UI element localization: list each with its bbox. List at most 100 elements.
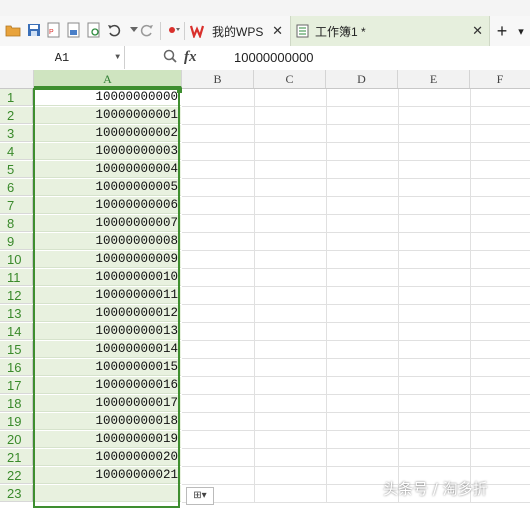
grid-cell[interactable] bbox=[326, 143, 399, 161]
grid-cell[interactable] bbox=[470, 359, 530, 377]
row-header[interactable]: 7 bbox=[0, 197, 33, 214]
grid-cell[interactable] bbox=[254, 377, 327, 395]
grid-cell[interactable] bbox=[470, 413, 530, 431]
grid-cell[interactable] bbox=[326, 359, 399, 377]
grid-cell[interactable] bbox=[182, 323, 255, 341]
grid-cell[interactable] bbox=[182, 377, 255, 395]
search-icon[interactable] bbox=[163, 49, 177, 63]
grid-cell[interactable] bbox=[326, 305, 399, 323]
grid-cell[interactable] bbox=[470, 287, 530, 305]
grid-cell[interactable] bbox=[470, 143, 530, 161]
row-header[interactable]: 15 bbox=[0, 341, 33, 358]
grid-cell[interactable] bbox=[398, 323, 471, 341]
grid-cell[interactable] bbox=[470, 89, 530, 107]
grid-cell[interactable] bbox=[182, 179, 255, 197]
grid-cell[interactable] bbox=[254, 107, 327, 125]
close-icon[interactable]: ✕ bbox=[272, 23, 283, 39]
grid-cell[interactable] bbox=[182, 359, 255, 377]
row-header[interactable]: 2 bbox=[0, 107, 33, 124]
grid-cell[interactable] bbox=[254, 269, 327, 287]
undo-icon[interactable] bbox=[105, 21, 123, 39]
grid-cell[interactable] bbox=[398, 179, 471, 197]
grid-cell[interactable] bbox=[254, 449, 327, 467]
grid-cell[interactable] bbox=[326, 251, 399, 269]
grid-cell[interactable] bbox=[182, 125, 255, 143]
open-folder-icon[interactable] bbox=[4, 21, 22, 39]
grid-cell[interactable] bbox=[326, 161, 399, 179]
grid-cell[interactable] bbox=[398, 143, 471, 161]
function-icon[interactable]: fx bbox=[184, 49, 197, 66]
row-header[interactable]: 17 bbox=[0, 377, 33, 394]
grid-cell[interactable] bbox=[470, 125, 530, 143]
formula-input[interactable]: 10000000000 bbox=[234, 50, 314, 65]
grid-cell[interactable] bbox=[398, 89, 471, 107]
grid-cell[interactable] bbox=[398, 431, 471, 449]
grid-cell[interactable] bbox=[470, 215, 530, 233]
grid-cell[interactable] bbox=[326, 431, 399, 449]
grid-cell[interactable] bbox=[254, 305, 327, 323]
grid-cell[interactable] bbox=[254, 215, 327, 233]
grid-cell[interactable] bbox=[470, 269, 530, 287]
grid-cell[interactable] bbox=[326, 179, 399, 197]
grid-cell[interactable] bbox=[326, 107, 399, 125]
grid-cell[interactable] bbox=[182, 467, 255, 485]
grid-cell[interactable] bbox=[470, 161, 530, 179]
grid-cell[interactable] bbox=[398, 107, 471, 125]
grid-cell[interactable] bbox=[182, 341, 255, 359]
save-icon[interactable] bbox=[25, 21, 43, 39]
column-header-d[interactable]: D bbox=[326, 70, 398, 88]
print-preview-icon[interactable] bbox=[85, 21, 103, 39]
grid-cell[interactable] bbox=[398, 125, 471, 143]
grid-cell[interactable] bbox=[398, 413, 471, 431]
grid-cell[interactable] bbox=[398, 287, 471, 305]
row-header[interactable]: 19 bbox=[0, 413, 33, 430]
grid-cell[interactable] bbox=[182, 143, 255, 161]
grid-cell[interactable] bbox=[254, 341, 327, 359]
grid-cell[interactable] bbox=[326, 413, 399, 431]
row-header[interactable]: 18 bbox=[0, 395, 33, 412]
tab-my-wps[interactable]: 我的WPS ✕ bbox=[186, 16, 289, 46]
row-header[interactable]: 6 bbox=[0, 179, 33, 196]
column-header-e[interactable]: E bbox=[398, 70, 470, 88]
grid-cell[interactable] bbox=[470, 305, 530, 323]
tab-list-dropdown[interactable]: ▾ bbox=[513, 16, 529, 46]
grid-cell[interactable] bbox=[182, 107, 255, 125]
row-header[interactable]: 5 bbox=[0, 161, 33, 178]
grid-cell[interactable] bbox=[326, 377, 399, 395]
grid-cell[interactable] bbox=[398, 233, 471, 251]
grid-cell[interactable] bbox=[182, 449, 255, 467]
row-header[interactable]: 1 bbox=[0, 89, 33, 106]
row-header[interactable]: 11 bbox=[0, 269, 33, 286]
grid-cell[interactable] bbox=[470, 251, 530, 269]
grid-cell[interactable] bbox=[254, 395, 327, 413]
grid-cell[interactable] bbox=[326, 197, 399, 215]
grid-cell[interactable] bbox=[182, 89, 255, 107]
grid-cell[interactable] bbox=[182, 287, 255, 305]
grid-cell[interactable] bbox=[254, 143, 327, 161]
row-header[interactable]: 9 bbox=[0, 233, 33, 250]
grid-cell[interactable] bbox=[254, 161, 327, 179]
grid-cell[interactable] bbox=[254, 251, 327, 269]
grid-cell[interactable] bbox=[254, 323, 327, 341]
row-header[interactable]: 20 bbox=[0, 431, 33, 448]
row-header[interactable]: 14 bbox=[0, 323, 33, 340]
grid-cell[interactable] bbox=[254, 197, 327, 215]
grid-cell[interactable] bbox=[470, 233, 530, 251]
grid-cell[interactable] bbox=[398, 161, 471, 179]
grid-cell[interactable] bbox=[182, 431, 255, 449]
grid-cell[interactable] bbox=[326, 287, 399, 305]
name-box[interactable]: A1 ▼ bbox=[0, 46, 125, 69]
grid-cell[interactable] bbox=[182, 161, 255, 179]
grid-cell[interactable] bbox=[470, 449, 530, 467]
row-header[interactable]: 22 bbox=[0, 467, 33, 484]
grid-cell[interactable] bbox=[398, 251, 471, 269]
column-header-a[interactable]: A bbox=[34, 70, 182, 88]
column-header-f[interactable]: F bbox=[470, 70, 530, 88]
auto-fill-options-button[interactable]: ⊞▾ bbox=[186, 487, 214, 505]
grid-cell[interactable] bbox=[326, 89, 399, 107]
row-header[interactable]: 4 bbox=[0, 143, 33, 160]
grid-cell[interactable] bbox=[326, 341, 399, 359]
tab-workbook[interactable]: 工作簿1 * ✕ bbox=[290, 16, 490, 46]
customize-toolbar-icon[interactable] bbox=[165, 21, 183, 39]
column-header-c[interactable]: C bbox=[254, 70, 326, 88]
